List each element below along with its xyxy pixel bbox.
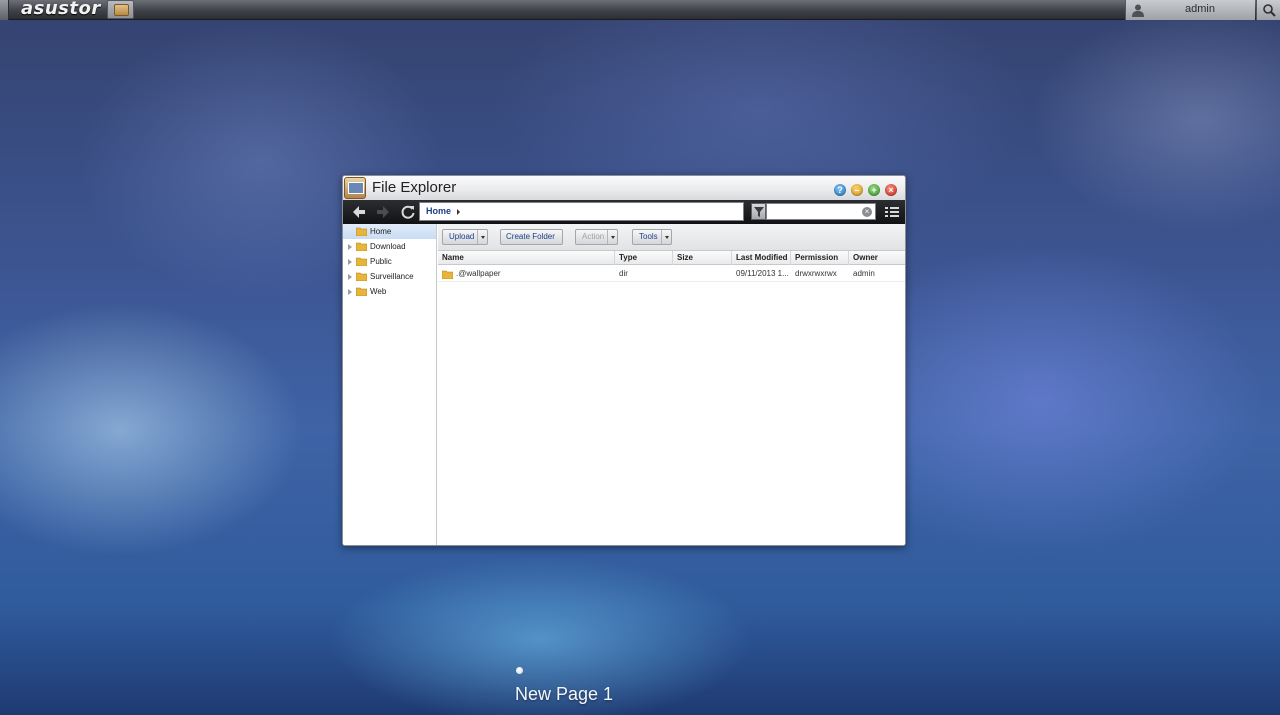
file-explorer-window: File Explorer ? – + × Home × Home Downlo…: [342, 175, 906, 546]
page-indicator-dot[interactable]: [516, 667, 523, 674]
asustor-logo: asustor: [21, 0, 101, 19]
cell-permission: drwxrwxrwx: [795, 269, 837, 278]
file-toolbar: Upload Create Folder Action Tools: [438, 224, 905, 251]
search-button[interactable]: [1256, 0, 1280, 20]
navigation-bar: Home ×: [343, 200, 905, 224]
top-bar: asustor admin: [0, 0, 1280, 20]
action-dropdown-icon[interactable]: [607, 230, 617, 244]
create-folder-button-label: Create Folder: [506, 232, 555, 241]
page-label: New Page 1: [515, 684, 614, 704]
column-header-name[interactable]: Name: [438, 251, 615, 265]
forward-arrow-icon[interactable]: [375, 204, 391, 220]
user-icon: [1132, 4, 1144, 17]
folder-icon: [356, 242, 367, 251]
tree-item-label: Public: [370, 257, 392, 266]
tree-item-public[interactable]: Public: [343, 254, 436, 269]
filter-button[interactable]: [751, 203, 766, 220]
tree-item-web[interactable]: Web: [343, 284, 436, 299]
upload-button[interactable]: Upload: [442, 229, 488, 245]
back-arrow-icon[interactable]: [351, 204, 367, 220]
window-title: File Explorer: [372, 179, 457, 196]
filter-input[interactable]: ×: [766, 203, 876, 220]
window-titlebar[interactable]: File Explorer ? – + ×: [343, 176, 905, 200]
table-row[interactable]: .@wallpaper dir 09/11/2013 1... drwxrwxr…: [438, 266, 905, 282]
tree-item-surveillance[interactable]: Surveillance: [343, 269, 436, 284]
cell-type: dir: [619, 269, 628, 278]
create-folder-button[interactable]: Create Folder: [500, 229, 563, 245]
app-launcher-icon-image: [114, 4, 129, 16]
upload-dropdown-icon[interactable]: [477, 230, 487, 244]
folder-tree: Home Download Public Surveillance Web: [343, 224, 437, 545]
action-button-label: Action: [582, 232, 605, 241]
cell-size: [673, 266, 732, 282]
cell-owner: admin: [853, 269, 875, 278]
tools-button-label: Tools: [639, 232, 658, 241]
cell-name: .@wallpaper: [456, 269, 501, 278]
table-header: Name Type Size Last Modified Permission …: [438, 251, 905, 265]
search-icon: [1263, 4, 1276, 17]
clear-filter-icon[interactable]: ×: [862, 207, 872, 217]
help-icon[interactable]: ?: [834, 184, 846, 196]
tree-item-label: Home: [370, 227, 392, 236]
refresh-icon[interactable]: [400, 204, 416, 220]
column-header-owner[interactable]: Owner: [849, 251, 905, 265]
explorer-content: Home Download Public Surveillance Web Up…: [343, 224, 905, 545]
tree-item-label: Surveillance: [370, 272, 414, 281]
tools-button[interactable]: Tools: [632, 229, 672, 245]
file-explorer-app-icon: [344, 177, 366, 199]
tree-item-download[interactable]: Download: [343, 239, 436, 254]
filter-icon: [754, 207, 764, 217]
upload-button-label: Upload: [449, 232, 475, 241]
folder-icon: [356, 287, 367, 296]
tools-dropdown-icon[interactable]: [661, 230, 671, 244]
minimize-icon[interactable]: –: [851, 184, 863, 196]
column-header-size[interactable]: Size: [673, 251, 732, 265]
breadcrumb-home[interactable]: Home: [426, 203, 451, 220]
edge-tab[interactable]: [0, 0, 9, 20]
expand-arrow-icon[interactable]: [348, 244, 352, 250]
action-button[interactable]: Action: [575, 229, 618, 245]
path-breadcrumb[interactable]: Home: [419, 202, 744, 221]
column-header-type[interactable]: Type: [615, 251, 673, 265]
tree-item-label: Web: [370, 287, 387, 296]
tree-item-label: Download: [370, 242, 406, 251]
list-view-icon[interactable]: [885, 205, 899, 219]
expand-arrow-icon[interactable]: [348, 259, 352, 265]
folder-icon: [356, 257, 367, 266]
file-list-pane: Upload Create Folder Action Tools Name T…: [438, 224, 905, 545]
maximize-icon[interactable]: +: [868, 184, 880, 196]
folder-icon: [356, 272, 367, 281]
close-icon[interactable]: ×: [885, 184, 897, 196]
folder-icon: [356, 227, 367, 236]
user-menu[interactable]: admin: [1125, 0, 1255, 20]
breadcrumb-arrow-icon[interactable]: [457, 209, 460, 215]
cell-last-modified: 09/11/2013 1...: [736, 269, 789, 278]
column-header-permission[interactable]: Permission: [791, 251, 849, 265]
user-name: admin: [1185, 3, 1215, 15]
expand-arrow-icon[interactable]: [348, 289, 352, 295]
expand-arrow-icon[interactable]: [348, 274, 352, 280]
column-header-last-modified[interactable]: Last Modified: [732, 251, 791, 265]
app-launcher-icon[interactable]: [107, 0, 134, 19]
tree-item-home[interactable]: Home: [343, 224, 436, 239]
